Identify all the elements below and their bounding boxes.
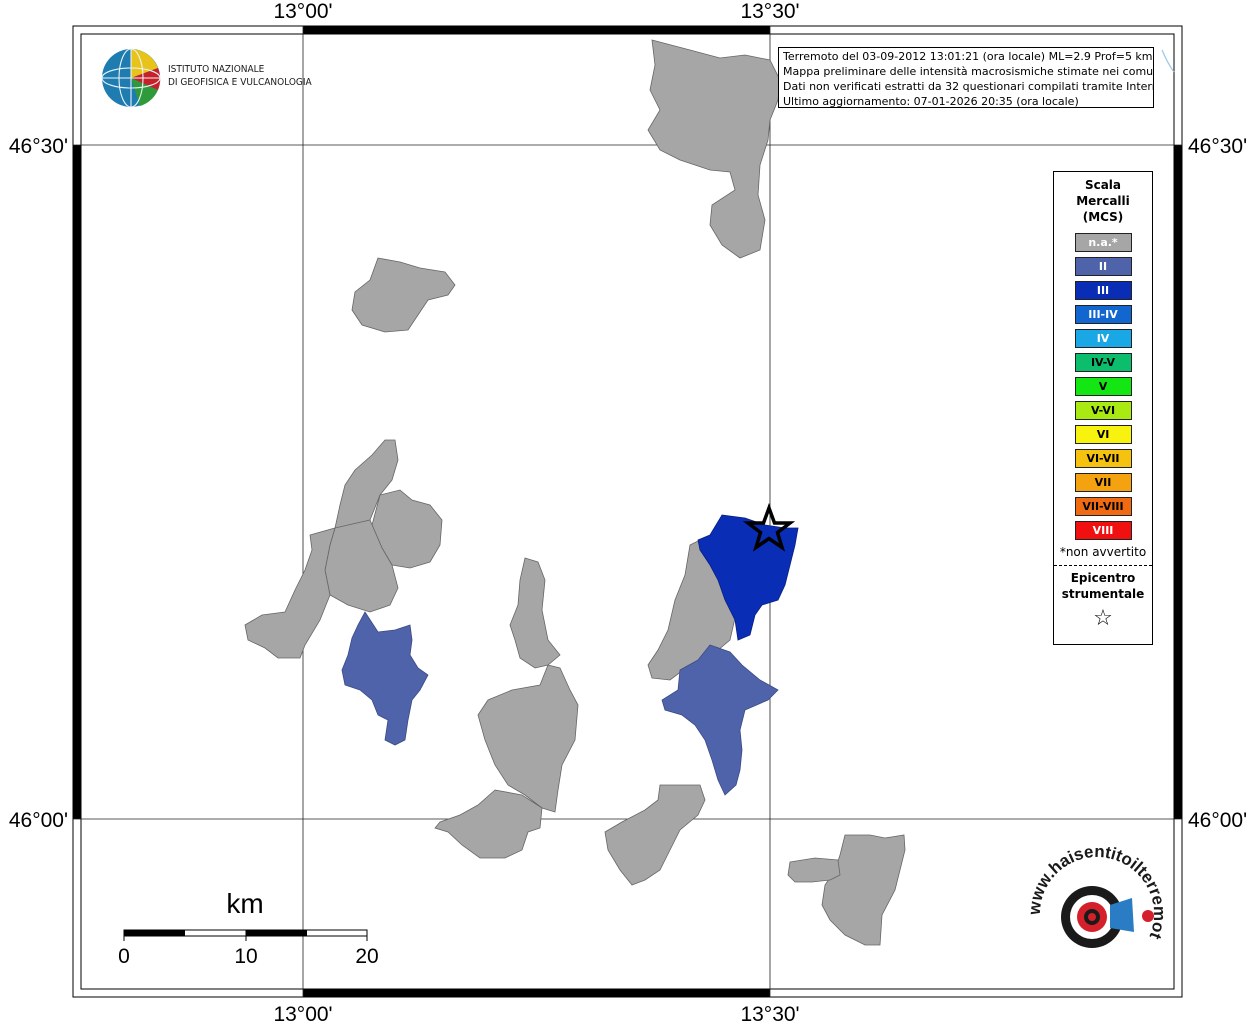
legend-item-v-vi: V-VI: [1074, 401, 1132, 420]
legend-title-line3: (MCS): [1082, 210, 1124, 224]
ingv-line2: DI GEOFISICA E VULCANOLOGIA: [168, 77, 312, 88]
lat-label-right-4600: 46°00': [1188, 809, 1247, 832]
lon-label-top-1330: 13°30': [740, 0, 799, 23]
municipality-southeast-2: [787, 857, 841, 883]
legend-title-line2: Mercalli: [1076, 194, 1130, 208]
scale-unit: km: [226, 888, 263, 919]
legend-epicenter-label: Epicentro strumentale: [1054, 570, 1152, 602]
legend-item-v: V: [1074, 377, 1132, 396]
event-info-box: Terremoto del 03-09-2012 13:01:21 (ora l…: [778, 47, 1154, 108]
legend-star-icon: ☆: [1093, 606, 1113, 631]
legend-item-iii: III: [1074, 281, 1132, 300]
ingv-line1: ISTITUTO NAZIONALE: [168, 64, 265, 75]
legend-separator: [1054, 565, 1152, 566]
legend-epicenter-line2: strumentale: [1061, 587, 1145, 601]
legend-item-viii: VIII: [1074, 521, 1132, 540]
info-line-map: Mappa preliminare delle intensità macros…: [783, 65, 1154, 78]
legend-item-ii: II: [1074, 257, 1132, 276]
legend-item-vii-viii: VII-VIII: [1074, 497, 1132, 516]
info-line-data: Dati non verificati estratti da 32 quest…: [783, 80, 1154, 93]
frame-bar-top: [303, 26, 770, 34]
scale-label-10: 10: [234, 945, 257, 968]
lat-label-left-4630: 46°30': [9, 135, 68, 158]
lon-label-top-1300: 13°00': [273, 0, 332, 23]
legend-item-vi-vii: VI-VII: [1074, 449, 1132, 468]
ingv-logo-text: ISTITUTO NAZIONALE DI GEOFISICA E VULCAN…: [168, 63, 312, 89]
ingv-logo-icon: [101, 48, 161, 108]
lat-label-right-4630: 46°30': [1188, 135, 1247, 158]
frame-bar-left: [73, 145, 81, 819]
mcs-legend: Scala Mercalli (MCS) n.a.* II III III-IV IV I…: [1053, 171, 1153, 645]
legend-item-vii: VII: [1074, 473, 1132, 492]
legend-title-line1: Scala: [1084, 178, 1122, 192]
legend-note: *non avvertito: [1059, 545, 1147, 559]
lon-label-bottom-1300: 13°00': [273, 1003, 332, 1024]
frame-bar-bottom: [303, 989, 770, 997]
legend-item-iv-v: IV-V: [1074, 353, 1132, 372]
legend-item-iv: IV: [1074, 329, 1132, 348]
scale-label-0: 0: [118, 945, 130, 968]
info-line-event: Terremoto del 03-09-2012 13:01:21 (ora l…: [783, 50, 1153, 63]
lat-label-left-4600: 46°00': [9, 809, 68, 832]
info-line-update: Ultimo aggiornamento: 07-01-2026 20:35 (…: [783, 95, 1079, 108]
legend-items: n.a.* II III III-IV IV IV-V V V-VI VI VI-VII VII VI…: [1054, 233, 1152, 540]
legend-item-iii-iv: III-IV: [1074, 305, 1132, 324]
legend-epicenter-line1: Epicentro: [1070, 571, 1136, 585]
legend-item-vi: VI: [1074, 425, 1132, 444]
scale-label-20: 20: [355, 945, 378, 968]
frame-bar-right: [1174, 145, 1182, 819]
legend-title: Scala Mercalli (MCS): [1054, 177, 1152, 225]
legend-item-na: n.a.*: [1074, 233, 1132, 252]
lon-label-bottom-1330: 13°30': [740, 1003, 799, 1024]
